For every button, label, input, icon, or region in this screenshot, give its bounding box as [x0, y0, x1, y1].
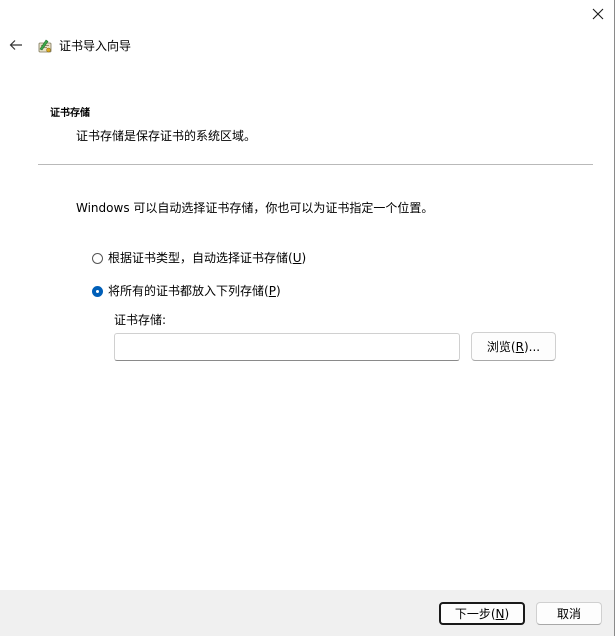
radio-label-auto: 根据证书类型，自动选择证书存储(U) — [108, 251, 307, 265]
intro-text: Windows 可以自动选择证书存储，你也可以为证书指定一个位置。 — [76, 201, 434, 215]
back-button[interactable] — [5, 35, 27, 57]
next-button[interactable]: 下一步(N) — [439, 602, 525, 625]
browse-button[interactable]: 浏览(R)... — [471, 332, 556, 361]
wizard-header: 证书导入向导 — [0, 32, 400, 60]
certificate-import-wizard-window: 证书导入向导 证书存储 证书存储是保存证书的系统区域。 Windows 可以自动… — [0, 0, 615, 636]
radio-place-all-in-store[interactable]: 将所有的证书都放入下列存储(P) — [92, 282, 281, 300]
certificate-store-field[interactable] — [114, 333, 460, 361]
cancel-button[interactable]: 取消 — [536, 602, 602, 625]
wizard-title: 证书导入向导 — [59, 39, 132, 53]
back-arrow-icon — [9, 39, 23, 54]
close-icon — [592, 8, 604, 23]
radio-button-checked[interactable] — [92, 285, 103, 297]
header-divider — [38, 164, 593, 165]
radio-button-unchecked[interactable] — [92, 252, 103, 264]
page-title: 证书存储 — [50, 108, 90, 119]
certificate-store-label: 证书存储: — [114, 313, 167, 327]
radio-label-place-all: 将所有的证书都放入下列存储(P) — [108, 284, 281, 298]
certificate-wizard-icon — [36, 37, 54, 55]
close-button[interactable] — [580, 0, 615, 30]
page-description: 证书存储是保存证书的系统区域。 — [76, 129, 257, 143]
radio-auto-select-store[interactable]: 根据证书类型，自动选择证书存储(U) — [92, 249, 306, 267]
